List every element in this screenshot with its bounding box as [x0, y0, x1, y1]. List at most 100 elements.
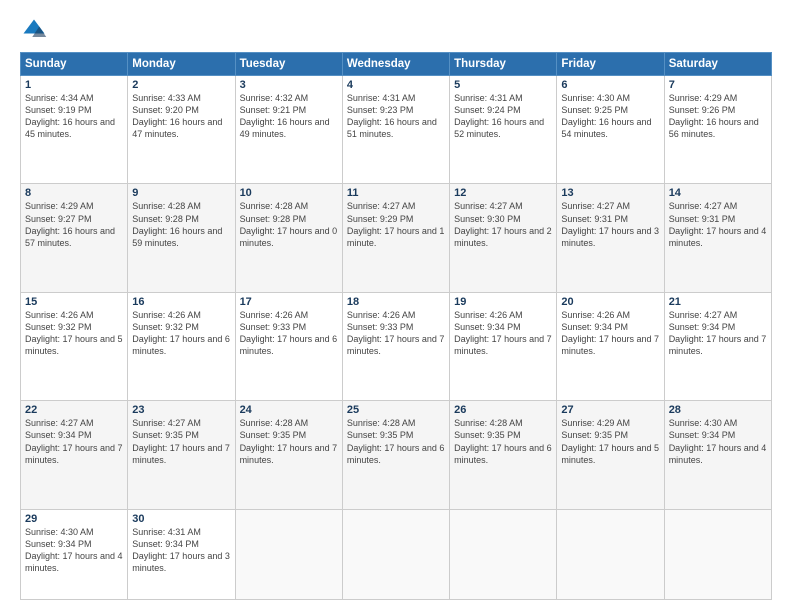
calendar-week-row: 1Sunrise: 4:34 AMSunset: 9:19 PMDaylight…: [21, 76, 772, 184]
calendar-cell: [664, 509, 771, 599]
col-header-wednesday: Wednesday: [342, 53, 449, 76]
day-info: Sunrise: 4:26 AMSunset: 9:34 PMDaylight:…: [561, 309, 659, 358]
day-number: 24: [240, 404, 338, 416]
day-info: Sunrise: 4:30 AMSunset: 9:25 PMDaylight:…: [561, 92, 659, 141]
calendar-week-row: 15Sunrise: 4:26 AMSunset: 9:32 PMDayligh…: [21, 292, 772, 400]
day-info: Sunrise: 4:27 AMSunset: 9:31 PMDaylight:…: [669, 200, 767, 249]
calendar-cell: 17Sunrise: 4:26 AMSunset: 9:33 PMDayligh…: [235, 292, 342, 400]
day-number: 21: [669, 296, 767, 308]
day-info: Sunrise: 4:29 AMSunset: 9:27 PMDaylight:…: [25, 200, 123, 249]
calendar-cell: 29Sunrise: 4:30 AMSunset: 9:34 PMDayligh…: [21, 509, 128, 599]
day-info: Sunrise: 4:29 AMSunset: 9:35 PMDaylight:…: [561, 417, 659, 466]
calendar-cell: 15Sunrise: 4:26 AMSunset: 9:32 PMDayligh…: [21, 292, 128, 400]
day-number: 15: [25, 296, 123, 308]
logo: [20, 16, 52, 44]
day-number: 3: [240, 79, 338, 91]
day-number: 17: [240, 296, 338, 308]
day-number: 29: [25, 513, 123, 525]
day-info: Sunrise: 4:27 AMSunset: 9:34 PMDaylight:…: [669, 309, 767, 358]
day-number: 1: [25, 79, 123, 91]
day-number: 13: [561, 187, 659, 199]
col-header-friday: Friday: [557, 53, 664, 76]
calendar-cell: 16Sunrise: 4:26 AMSunset: 9:32 PMDayligh…: [128, 292, 235, 400]
header: [20, 16, 772, 44]
calendar-cell: 28Sunrise: 4:30 AMSunset: 9:34 PMDayligh…: [664, 401, 771, 509]
day-info: Sunrise: 4:28 AMSunset: 9:28 PMDaylight:…: [132, 200, 230, 249]
day-number: 25: [347, 404, 445, 416]
calendar-cell: 14Sunrise: 4:27 AMSunset: 9:31 PMDayligh…: [664, 184, 771, 292]
calendar-cell: 3Sunrise: 4:32 AMSunset: 9:21 PMDaylight…: [235, 76, 342, 184]
day-info: Sunrise: 4:27 AMSunset: 9:29 PMDaylight:…: [347, 200, 445, 249]
day-info: Sunrise: 4:32 AMSunset: 9:21 PMDaylight:…: [240, 92, 338, 141]
day-info: Sunrise: 4:31 AMSunset: 9:34 PMDaylight:…: [132, 526, 230, 575]
day-info: Sunrise: 4:26 AMSunset: 9:32 PMDaylight:…: [25, 309, 123, 358]
day-number: 19: [454, 296, 552, 308]
day-number: 2: [132, 79, 230, 91]
col-header-tuesday: Tuesday: [235, 53, 342, 76]
day-info: Sunrise: 4:26 AMSunset: 9:33 PMDaylight:…: [240, 309, 338, 358]
day-number: 14: [669, 187, 767, 199]
calendar-cell: 23Sunrise: 4:27 AMSunset: 9:35 PMDayligh…: [128, 401, 235, 509]
calendar-cell: 9Sunrise: 4:28 AMSunset: 9:28 PMDaylight…: [128, 184, 235, 292]
col-header-saturday: Saturday: [664, 53, 771, 76]
calendar-cell: 10Sunrise: 4:28 AMSunset: 9:28 PMDayligh…: [235, 184, 342, 292]
calendar-cell: 13Sunrise: 4:27 AMSunset: 9:31 PMDayligh…: [557, 184, 664, 292]
calendar-header-row: SundayMondayTuesdayWednesdayThursdayFrid…: [21, 53, 772, 76]
day-info: Sunrise: 4:28 AMSunset: 9:35 PMDaylight:…: [347, 417, 445, 466]
col-header-thursday: Thursday: [450, 53, 557, 76]
calendar-cell: 26Sunrise: 4:28 AMSunset: 9:35 PMDayligh…: [450, 401, 557, 509]
calendar-table: SundayMondayTuesdayWednesdayThursdayFrid…: [20, 52, 772, 600]
day-number: 27: [561, 404, 659, 416]
day-info: Sunrise: 4:26 AMSunset: 9:34 PMDaylight:…: [454, 309, 552, 358]
day-info: Sunrise: 4:27 AMSunset: 9:31 PMDaylight:…: [561, 200, 659, 249]
logo-icon: [20, 16, 48, 44]
calendar-cell: 11Sunrise: 4:27 AMSunset: 9:29 PMDayligh…: [342, 184, 449, 292]
calendar-cell: [557, 509, 664, 599]
calendar-cell: 4Sunrise: 4:31 AMSunset: 9:23 PMDaylight…: [342, 76, 449, 184]
day-info: Sunrise: 4:26 AMSunset: 9:32 PMDaylight:…: [132, 309, 230, 358]
calendar-week-row: 8Sunrise: 4:29 AMSunset: 9:27 PMDaylight…: [21, 184, 772, 292]
day-number: 28: [669, 404, 767, 416]
calendar-cell: [235, 509, 342, 599]
day-info: Sunrise: 4:28 AMSunset: 9:35 PMDaylight:…: [454, 417, 552, 466]
day-number: 16: [132, 296, 230, 308]
day-number: 23: [132, 404, 230, 416]
col-header-monday: Monday: [128, 53, 235, 76]
day-number: 9: [132, 187, 230, 199]
day-number: 7: [669, 79, 767, 91]
calendar-cell: 24Sunrise: 4:28 AMSunset: 9:35 PMDayligh…: [235, 401, 342, 509]
calendar-cell: 27Sunrise: 4:29 AMSunset: 9:35 PMDayligh…: [557, 401, 664, 509]
calendar-cell: 7Sunrise: 4:29 AMSunset: 9:26 PMDaylight…: [664, 76, 771, 184]
calendar-week-row: 29Sunrise: 4:30 AMSunset: 9:34 PMDayligh…: [21, 509, 772, 599]
day-number: 22: [25, 404, 123, 416]
page: SundayMondayTuesdayWednesdayThursdayFrid…: [0, 0, 792, 612]
day-number: 18: [347, 296, 445, 308]
day-info: Sunrise: 4:28 AMSunset: 9:35 PMDaylight:…: [240, 417, 338, 466]
day-info: Sunrise: 4:34 AMSunset: 9:19 PMDaylight:…: [25, 92, 123, 141]
day-number: 8: [25, 187, 123, 199]
calendar-cell: [450, 509, 557, 599]
calendar-cell: 21Sunrise: 4:27 AMSunset: 9:34 PMDayligh…: [664, 292, 771, 400]
calendar-cell: 12Sunrise: 4:27 AMSunset: 9:30 PMDayligh…: [450, 184, 557, 292]
calendar-cell: 2Sunrise: 4:33 AMSunset: 9:20 PMDaylight…: [128, 76, 235, 184]
calendar-week-row: 22Sunrise: 4:27 AMSunset: 9:34 PMDayligh…: [21, 401, 772, 509]
day-number: 11: [347, 187, 445, 199]
day-number: 12: [454, 187, 552, 199]
day-info: Sunrise: 4:29 AMSunset: 9:26 PMDaylight:…: [669, 92, 767, 141]
day-info: Sunrise: 4:31 AMSunset: 9:24 PMDaylight:…: [454, 92, 552, 141]
day-number: 4: [347, 79, 445, 91]
calendar-cell: 22Sunrise: 4:27 AMSunset: 9:34 PMDayligh…: [21, 401, 128, 509]
calendar-cell: 8Sunrise: 4:29 AMSunset: 9:27 PMDaylight…: [21, 184, 128, 292]
day-info: Sunrise: 4:33 AMSunset: 9:20 PMDaylight:…: [132, 92, 230, 141]
calendar-cell: 25Sunrise: 4:28 AMSunset: 9:35 PMDayligh…: [342, 401, 449, 509]
calendar-cell: 6Sunrise: 4:30 AMSunset: 9:25 PMDaylight…: [557, 76, 664, 184]
day-number: 26: [454, 404, 552, 416]
day-info: Sunrise: 4:26 AMSunset: 9:33 PMDaylight:…: [347, 309, 445, 358]
day-number: 20: [561, 296, 659, 308]
day-info: Sunrise: 4:27 AMSunset: 9:35 PMDaylight:…: [132, 417, 230, 466]
day-info: Sunrise: 4:30 AMSunset: 9:34 PMDaylight:…: [669, 417, 767, 466]
day-number: 5: [454, 79, 552, 91]
calendar-cell: 30Sunrise: 4:31 AMSunset: 9:34 PMDayligh…: [128, 509, 235, 599]
day-info: Sunrise: 4:27 AMSunset: 9:34 PMDaylight:…: [25, 417, 123, 466]
day-info: Sunrise: 4:28 AMSunset: 9:28 PMDaylight:…: [240, 200, 338, 249]
